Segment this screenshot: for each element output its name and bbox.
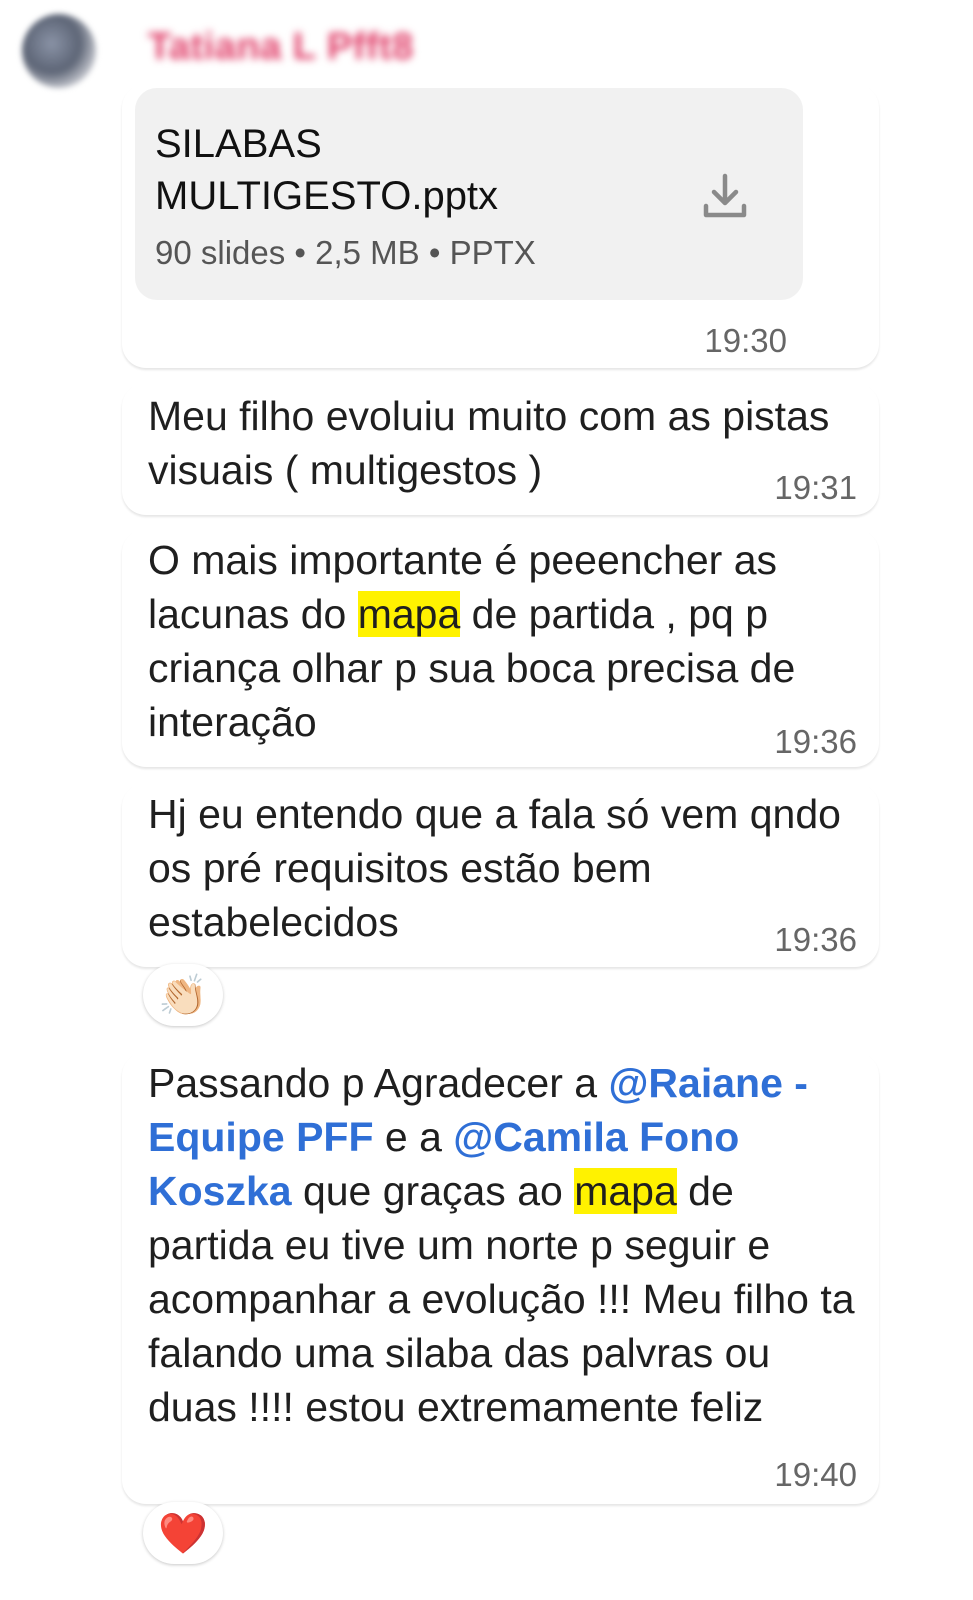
message-text: O mais importante é peeencher as lacunas…: [148, 537, 796, 745]
message-bubble: O mais importante é peeencher as lacunas…: [122, 529, 879, 767]
message-text: Meu filho evoluiu muito com as pistas vi…: [148, 393, 830, 493]
sender-avatar[interactable]: [22, 14, 96, 88]
sender-name[interactable]: Tatiana L Pfft8: [148, 26, 414, 69]
highlighted-word: mapa: [574, 1168, 677, 1214]
message-bubble: Meu filho evoluiu muito com as pistas vi…: [122, 383, 879, 515]
message-time: 19:36: [774, 921, 857, 958]
clapping-hands-reaction[interactable]: 👏🏻: [143, 964, 223, 1026]
file-attachment-card[interactable]: SILABAS MULTIGESTO.pptx 90 slides • 2,5 …: [135, 88, 803, 300]
heart-reaction[interactable]: ❤️: [143, 1502, 223, 1564]
message-time: 19:36: [774, 723, 857, 760]
message-bubble: Hj eu entendo que a fala só vem qndo os …: [122, 783, 879, 967]
file-meta: 90 slides • 2,5 MB • PPTX: [155, 234, 536, 271]
file-name: SILABAS MULTIGESTO.pptx: [155, 122, 499, 218]
message-text: Hj eu entendo que a fala só vem qndo os …: [148, 791, 841, 945]
message-text: Passando p Agradecer a @Raiane - Equipe …: [148, 1060, 855, 1430]
message-time: 19:31: [774, 469, 857, 506]
message-time: 19:40: [774, 1456, 857, 1493]
download-icon[interactable]: [699, 170, 751, 222]
message-bubble: Passando p Agradecer a @Raiane - Equipe …: [122, 1052, 879, 1504]
message-time: 19:30: [704, 322, 787, 359]
highlighted-word: mapa: [357, 591, 461, 637]
